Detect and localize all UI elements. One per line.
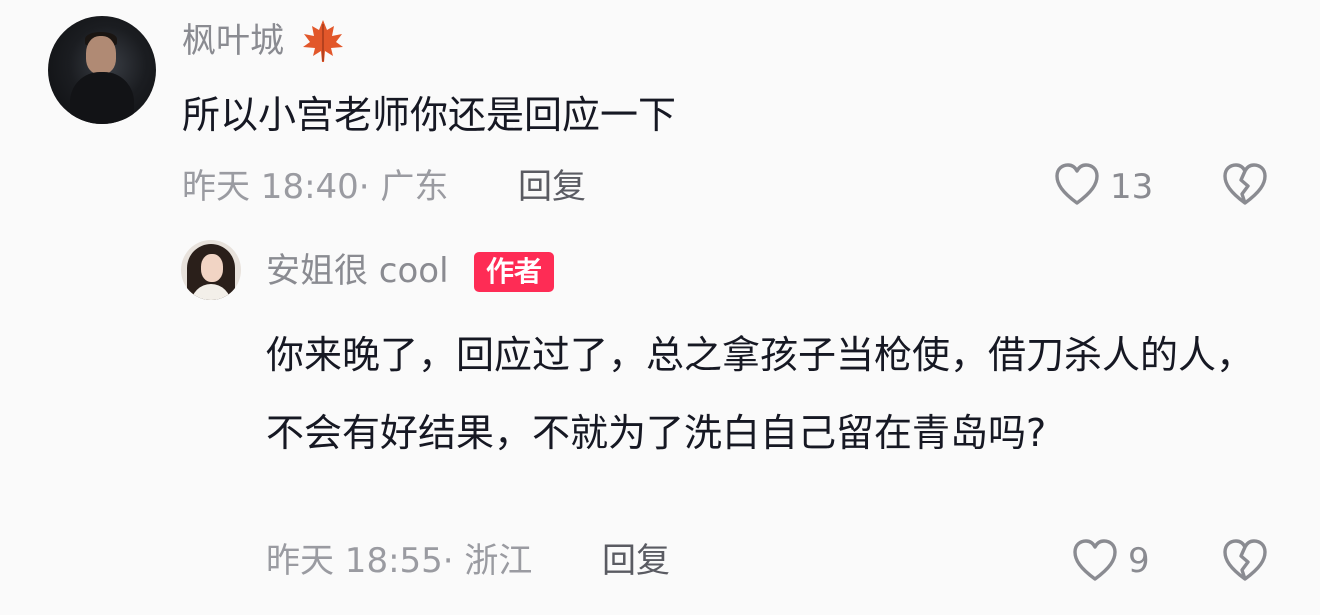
reply-username[interactable]: 安姐很 cool (266, 254, 449, 288)
comment-username[interactable]: 枫叶城 (182, 24, 284, 58)
comment-text: 所以小宫老师你还是回应一下 (182, 93, 677, 137)
avatar-body (70, 72, 134, 124)
reply-meta: 昨天 18:55· 浙江 (266, 541, 533, 581)
author-badge: 作者 (474, 252, 555, 292)
like-count: 13 (1110, 167, 1154, 207)
maple-leaf-icon (303, 20, 343, 62)
avatar[interactable] (48, 16, 156, 124)
comment-meta: 昨天 18:40· 广东 (182, 167, 449, 207)
avatar-head (86, 36, 116, 74)
reply-button[interactable]: 回复 (602, 544, 670, 578)
heart-outline-icon[interactable] (1052, 160, 1102, 210)
avatar-face (201, 254, 223, 282)
reply-text: 你来晚了，回应过了，总之拿孩子当枪使，借刀杀人的人，不会有好结果，不就为了洗白自… (266, 333, 1255, 455)
heart-outline-icon[interactable] (1070, 536, 1120, 586)
broken-heart-icon[interactable] (1220, 536, 1270, 586)
avatar[interactable] (181, 240, 241, 300)
reply-button[interactable]: 回复 (518, 170, 586, 204)
broken-heart-icon[interactable] (1220, 160, 1270, 210)
like-count: 9 (1128, 541, 1150, 581)
